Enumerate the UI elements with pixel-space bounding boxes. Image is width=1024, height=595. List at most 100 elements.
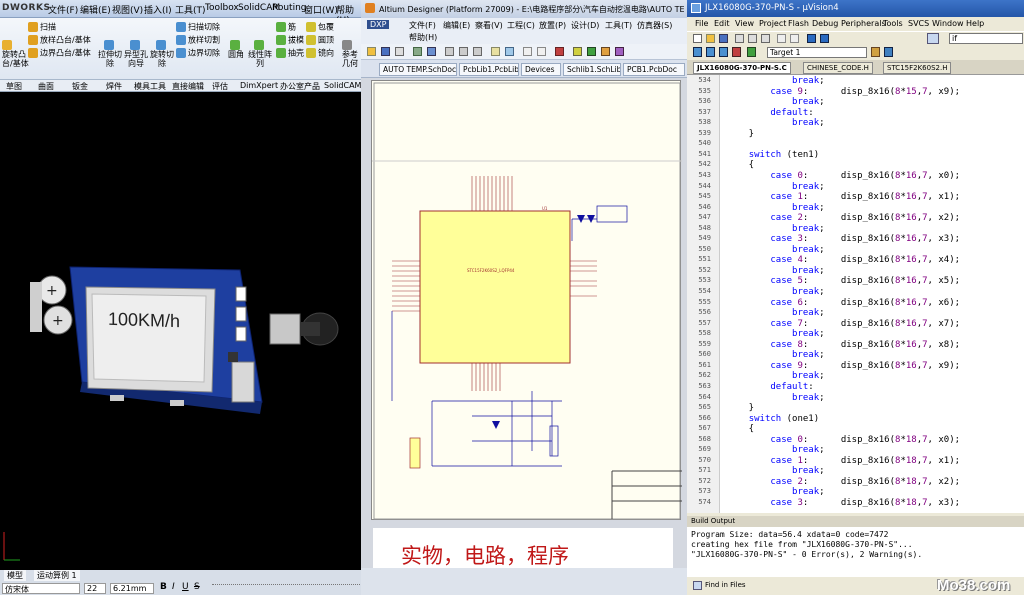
keil-menu-flash[interactable]: Flash <box>788 19 809 28</box>
print-icon[interactable] <box>395 47 404 56</box>
schematic-sheet[interactable]: STC15F2K60S2_LQFP44 U1 <box>371 80 682 520</box>
stop-build-icon[interactable] <box>732 47 741 57</box>
sw-menu-file[interactable]: 文件(F) <box>48 3 78 16</box>
altium-menu-design[interactable]: 设计(D) <box>571 20 599 31</box>
rib-button[interactable]: 筋 <box>276 22 296 32</box>
target-select[interactable]: Target 1 <box>767 47 867 58</box>
redo-icon[interactable] <box>537 47 546 56</box>
linear-pattern-button[interactable]: 线性阵列 <box>248 40 272 68</box>
bold-button[interactable]: B <box>160 582 167 592</box>
tab-solidcam[interactable]: SolidCAM <box>324 81 361 90</box>
altium-menu-dxp[interactable]: DXP <box>367 20 390 29</box>
loft-boss-button[interactable]: 放样凸台/基体 <box>28 35 91 45</box>
tab-sheetmetal[interactable]: 钣金 <box>72 81 88 92</box>
doctab-pcbdoc[interactable]: PCB1.PcbDoc <box>623 63 685 76</box>
lofted-cut-button[interactable]: 放样切割 <box>176 35 220 45</box>
altium-menu-edit[interactable]: 编辑(E) <box>443 20 470 31</box>
strike-button[interactable]: S <box>194 582 200 592</box>
keil-menu-file[interactable]: File <box>695 19 708 28</box>
swept-cut-button[interactable]: 扫描切除 <box>176 22 220 32</box>
tab-sketch[interactable]: 草图 <box>6 81 22 92</box>
tab-weldments[interactable]: 焊件 <box>106 81 122 92</box>
altium-menu-view[interactable]: 察看(V) <box>475 20 503 31</box>
tab-surface[interactable]: 曲面 <box>38 81 54 92</box>
tab-motion-study[interactable]: 运动算例 1 <box>34 570 80 581</box>
keil-menu-window[interactable]: Window <box>932 19 964 28</box>
translate-icon[interactable] <box>693 47 702 57</box>
rebuild-icon[interactable] <box>719 47 728 57</box>
font-size-select[interactable]: 22 <box>84 583 106 594</box>
tab-stc-header[interactable]: STC15F2K60S2.H <box>883 62 952 74</box>
wrap-button[interactable]: 包覆 <box>306 22 334 32</box>
boundary-boss-button[interactable]: 边界凸台/基体 <box>28 48 91 58</box>
altium-menu-project[interactable]: 工程(C) <box>507 20 535 31</box>
sw-menu-tools[interactable]: 工具(T) <box>175 3 206 16</box>
revolve-boss-button[interactable]: 旋转凸 台/基体 <box>2 40 29 68</box>
tab-dimxpert[interactable]: DimXpert <box>240 81 278 90</box>
doctab-pcblib[interactable]: PcbLib1.PcbLib <box>459 63 519 76</box>
net-label-icon[interactable] <box>601 47 610 56</box>
zoom-icon[interactable] <box>413 47 422 56</box>
open-icon[interactable] <box>367 47 376 56</box>
keil-menu-project[interactable]: Project <box>759 19 786 28</box>
save-icon[interactable] <box>381 47 390 56</box>
sw-menu-window[interactable]: 窗口(W) <box>304 3 338 16</box>
doctab-schlib[interactable]: Schlib1.SchLib <box>563 63 621 76</box>
file-extensions-icon[interactable] <box>884 47 893 57</box>
draft-button[interactable]: 拔模 <box>276 35 304 45</box>
copy-icon[interactable] <box>748 34 757 43</box>
keil-menu-view[interactable]: View <box>735 19 754 28</box>
reference-geometry-button[interactable]: 参考 几何 <box>342 40 358 68</box>
hole-wizard-button[interactable]: 异型孔 向导 <box>124 40 148 68</box>
copy-icon[interactable] <box>459 47 468 56</box>
find-in-files-tab[interactable]: Find in Files <box>705 581 746 589</box>
solidworks-3d-viewport[interactable]: + + 100KM/h <box>0 92 361 570</box>
extruded-cut-button[interactable]: 拉伸切除 <box>98 40 122 68</box>
shell-button[interactable]: 抽壳 <box>276 48 304 58</box>
revolved-cut-button[interactable]: 旋转切除 <box>150 40 174 68</box>
keil-menu-edit[interactable]: Edit <box>714 19 730 28</box>
doctab-auto-temp-schdoc[interactable]: AUTO TEMP.SchDoc <box>379 63 457 76</box>
power-port-icon[interactable] <box>615 47 624 56</box>
target-options-icon[interactable] <box>871 47 880 57</box>
altium-menu-tools[interactable]: 工具(T) <box>605 20 632 31</box>
keil-menu-peripherals[interactable]: Peripherals <box>841 19 886 28</box>
cross-probe-icon[interactable] <box>555 47 564 56</box>
sw-menu-view[interactable]: 视图(V) <box>112 3 143 16</box>
find-icon[interactable] <box>927 33 939 44</box>
keil-menu-tools[interactable]: Tools <box>883 19 903 28</box>
open-icon[interactable] <box>706 34 715 43</box>
download-icon[interactable] <box>747 47 756 57</box>
sw-menu-routing[interactable]: Routing <box>272 3 307 13</box>
altium-menu-file[interactable]: 文件(F) <box>409 20 436 31</box>
keil-menu-help[interactable]: Help <box>966 19 984 28</box>
dome-button[interactable]: 圆顶 <box>306 35 334 45</box>
keil-menu-svcs[interactable]: SVCS <box>908 19 929 28</box>
keil-menu-debug[interactable]: Debug <box>812 19 838 28</box>
save-icon[interactable] <box>719 34 728 43</box>
paste-icon[interactable] <box>761 34 770 43</box>
tab-office[interactable]: 办公室产品 <box>280 81 320 92</box>
bookmark-icon[interactable] <box>807 34 816 43</box>
sw-menu-insert[interactable]: 插入(I) <box>144 3 172 16</box>
paste-icon[interactable] <box>473 47 482 56</box>
select-icon[interactable] <box>491 47 500 56</box>
italic-button[interactable]: I <box>172 582 175 592</box>
doctab-devices[interactable]: Devices <box>521 63 561 76</box>
tab-mold-tools[interactable]: 模具工具 <box>134 81 166 92</box>
code-editor[interactable]: 534 535 536 537 538 539 540 541 542 543 544 545 546 5… <box>687 75 1024 513</box>
redo-icon[interactable] <box>790 34 799 43</box>
tab-direct-edit[interactable]: 直接编辑 <box>172 81 204 92</box>
tab-model[interactable]: 模型 <box>4 570 26 581</box>
sw-menu-edit[interactable]: 编辑(E) <box>80 3 111 16</box>
tab-main-c[interactable]: JLX16080G-370-PN-S.C <box>693 62 791 74</box>
indent-icon[interactable] <box>820 34 829 43</box>
sweep-button[interactable]: 扫描 <box>28 22 56 32</box>
boundary-cut-button[interactable]: 边界切除 <box>176 48 220 58</box>
new-file-icon[interactable] <box>693 34 702 43</box>
undo-icon[interactable] <box>777 34 786 43</box>
sw-menu-toolbox[interactable]: Toolbox <box>205 3 239 13</box>
wire-icon[interactable] <box>573 47 582 56</box>
tab-chinese-code-h[interactable]: CHINESE_CODE.H <box>803 62 873 74</box>
tab-evaluate[interactable]: 评估 <box>212 81 228 92</box>
